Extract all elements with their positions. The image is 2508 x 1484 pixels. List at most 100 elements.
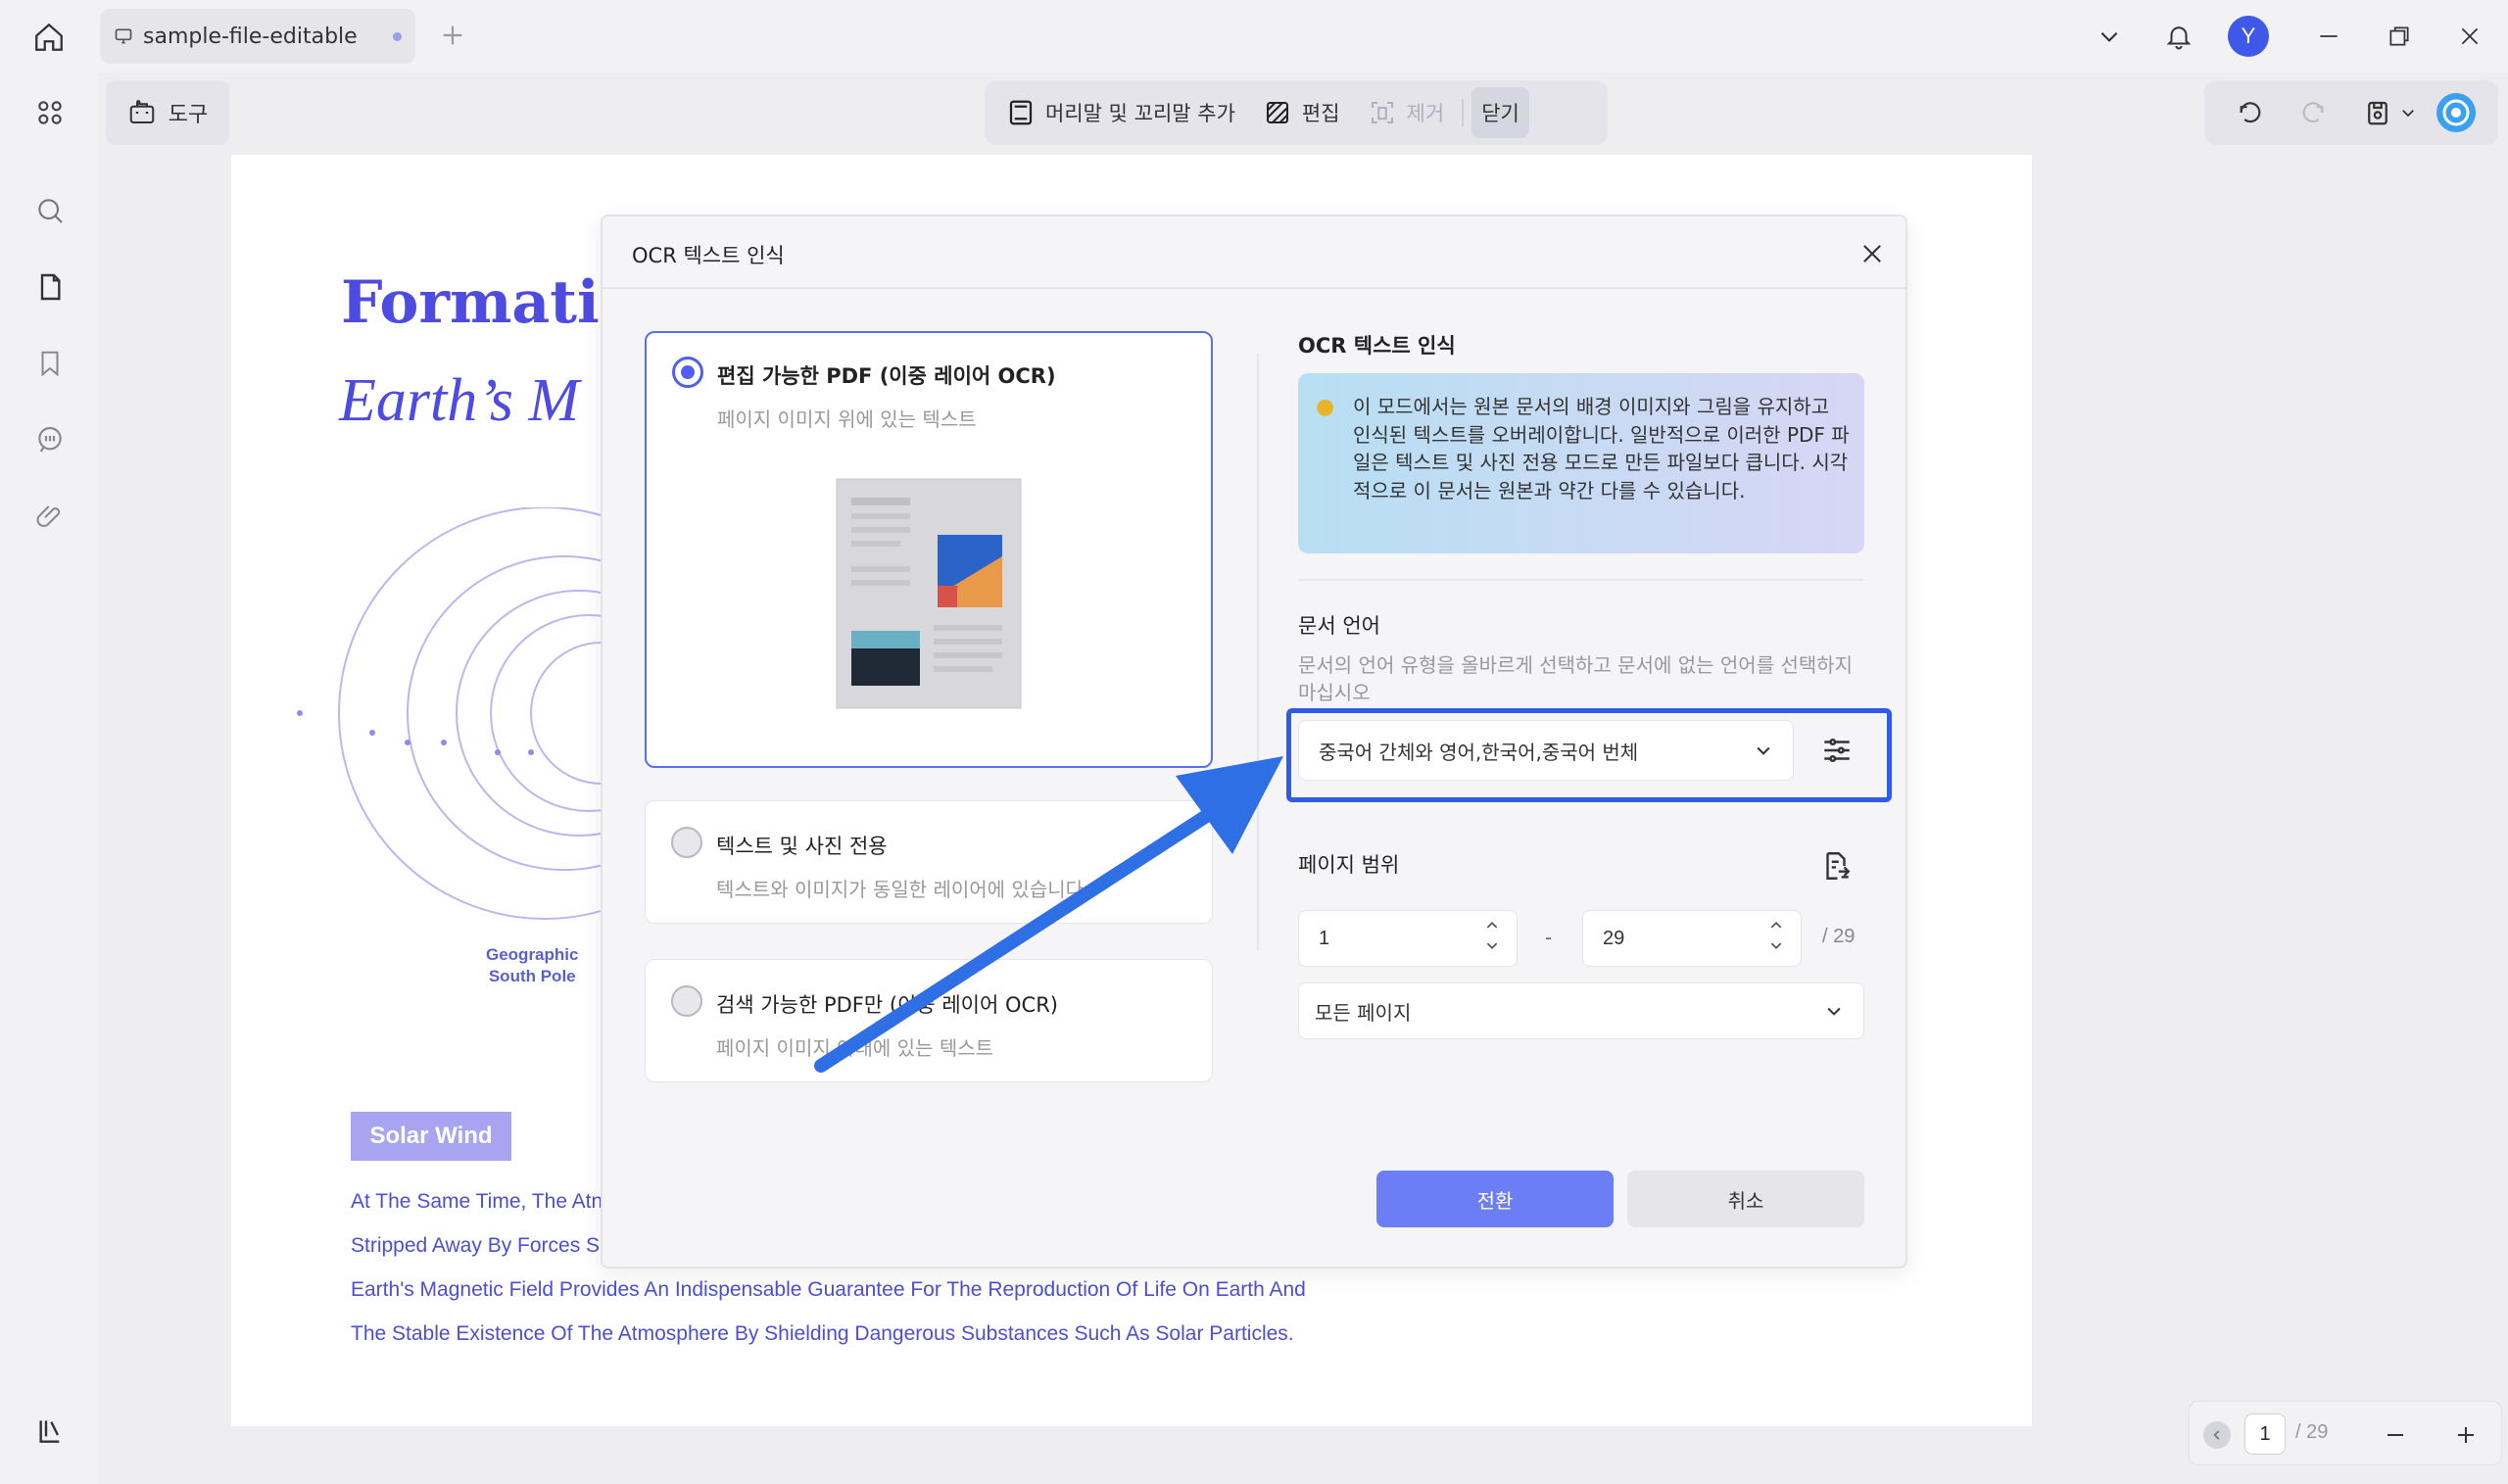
home-icon[interactable]: [29, 18, 69, 57]
search-icon[interactable]: [29, 190, 71, 231]
page-range-title: 페이지 범위: [1298, 853, 1400, 877]
range-to-input[interactable]: 29: [1582, 910, 1802, 967]
range-total: / 29: [1822, 926, 1856, 947]
range-from-value: 1: [1319, 927, 1330, 949]
radio-searchable-pdf[interactable]: [671, 985, 702, 1017]
document-tab[interactable]: sample-file-editable: [100, 9, 415, 64]
bookmark-icon[interactable]: [29, 343, 71, 384]
save-menu-chevron-icon[interactable]: [2396, 92, 2420, 133]
undo-icon[interactable]: [2230, 92, 2271, 133]
option-editable-pdf[interactable]: 편집 가능한 PDF (이중 레이어 OCR) 페이지 이미지 위에 있는 텍스…: [645, 331, 1213, 768]
ocr-dialog: OCR 텍스트 인식 편집 가능한 PDF (이중 레이어 OCR) 페이지 이…: [601, 215, 1907, 1269]
doc-paragraph-line: The Stable Existence Of The Atmosphere B…: [351, 1322, 1294, 1345]
edit-button[interactable]: 편집: [1253, 87, 1350, 138]
user-avatar[interactable]: Y: [2228, 16, 2269, 57]
option-searchable-pdf[interactable]: 검색 가능한 PDF만 (이중 레이어 OCR) 페이지 이미지 아래에 있는 …: [645, 959, 1213, 1082]
tab-title: sample-file-editable: [143, 24, 358, 49]
section-divider: [1298, 579, 1864, 581]
doc-title: Formatio: [341, 268, 639, 337]
dialog-column-divider: [1257, 354, 1259, 951]
chevron-up-icon: [1486, 922, 1498, 929]
option-text-image-only[interactable]: 텍스트 및 사진 전용 텍스트와 이미지가 동일한 레이어에 있습니다.: [645, 800, 1213, 924]
chevron-left-icon: [2213, 1430, 2220, 1440]
close-icon[interactable]: [1853, 234, 1892, 273]
history-toolbar: [2204, 80, 2498, 145]
swap-pages-icon[interactable]: [1815, 845, 1857, 886]
geo-label-line1: Geographic: [486, 945, 579, 964]
page-navigation: 1 / 29: [2189, 1401, 2502, 1465]
unsaved-dot: [393, 32, 402, 41]
bell-icon[interactable]: [2158, 16, 2199, 57]
solar-wind-badge: Solar Wind: [351, 1112, 511, 1161]
remove-button[interactable]: 제거: [1358, 87, 1455, 138]
language-desc: 문서의 언어 유형을 올바르게 선택하고 문서에 없는 언어를 선택하지 마십시…: [1298, 653, 1854, 704]
geo-label-line2: South Pole: [488, 967, 576, 985]
chevron-down-icon: [1827, 1007, 1841, 1016]
info-box: ● 이 모드에서는 원본 문서의 배경 이미지와 그림을 유지하고 인식된 텍스…: [1298, 373, 1864, 553]
document-preview-thumbnail: [836, 478, 1022, 709]
tools-button[interactable]: 도구: [106, 80, 229, 145]
language-select[interactable]: 중국어 간체와 영어,한국어,중국어 번체: [1298, 720, 1794, 781]
minimize-icon[interactable]: [2308, 16, 2349, 57]
comment-icon[interactable]: [29, 419, 71, 460]
restore-icon[interactable]: [2379, 16, 2420, 57]
pages-icon[interactable]: [29, 266, 71, 308]
radio-editable-pdf[interactable]: [672, 357, 703, 388]
chevron-down-icon[interactable]: [2089, 16, 2130, 57]
save-icon[interactable]: [2357, 92, 2398, 133]
range-dash: -: [1545, 926, 1553, 949]
attachment-icon[interactable]: [29, 496, 71, 537]
chevron-up-icon: [1770, 922, 1782, 929]
chevron-down-icon: [1770, 942, 1782, 949]
option-desc: 텍스트와 이미지가 동일한 레이어에 있습니다.: [716, 878, 1090, 901]
option-desc: 페이지 이미지 아래에 있는 텍스트: [716, 1036, 994, 1060]
cancel-button[interactable]: 취소: [1627, 1171, 1864, 1227]
tools-label: 도구: [168, 103, 209, 127]
doc-subtitle: Earth’s M: [339, 367, 580, 434]
close-window-icon[interactable]: [2449, 16, 2490, 57]
remove-label: 제거: [1406, 102, 1445, 125]
range-to-stepper[interactable]: [1769, 919, 1783, 952]
convert-button[interactable]: 전환: [1376, 1171, 1614, 1227]
lightbulb-icon: ●: [1316, 395, 1335, 419]
library-icon[interactable]: [29, 1411, 71, 1452]
geo-label: Geographic South Pole: [486, 944, 578, 987]
option-desc: 페이지 이미지 위에 있는 텍스트: [717, 407, 977, 431]
radio-text-image-only[interactable]: [671, 827, 702, 858]
page-number-input[interactable]: 1: [2244, 1413, 2286, 1455]
range-from-stepper[interactable]: [1485, 919, 1499, 952]
page-subset-select[interactable]: 모든 페이지: [1298, 982, 1864, 1039]
edit-label: 편집: [1301, 102, 1340, 125]
zoom-out-button[interactable]: [2376, 1415, 2415, 1455]
doc-paragraph-line: Earth's Magnetic Field Provides An Indis…: [351, 1278, 1306, 1301]
prev-page-button[interactable]: [2203, 1421, 2231, 1449]
header-footer-button[interactable]: 머리말 및 꼬리말 추가: [996, 87, 1245, 138]
edit-toolbar: 머리말 및 꼬리말 추가 편집 제거 닫기: [985, 80, 1608, 145]
edit-pattern-icon: [1266, 102, 1288, 123]
option-title: 검색 가능한 PDF만 (이중 레이어 OCR): [716, 993, 1058, 1017]
range-to-value: 29: [1603, 927, 1625, 949]
avatar-letter: Y: [2228, 16, 2269, 57]
page-subset-value: 모든 페이지: [1315, 1000, 1412, 1025]
minus-icon: [2387, 1434, 2403, 1436]
header-footer-label: 머리말 및 꼬리말 추가: [1045, 102, 1235, 125]
ocr-section-title: OCR 텍스트 인식: [1298, 334, 1456, 358]
redo-icon[interactable]: [2292, 92, 2334, 133]
toolbar-divider: [1462, 99, 1465, 126]
close-edit-label: 닫기: [1481, 102, 1519, 125]
title-bar: sample-file-editable Y: [0, 0, 2508, 72]
apps-grid-icon[interactable]: [29, 92, 71, 133]
range-from-input[interactable]: 1: [1298, 910, 1518, 967]
add-tab-icon[interactable]: [437, 20, 468, 51]
option-title: 텍스트 및 사진 전용: [716, 835, 888, 858]
main-toolbar: 도구 머리말 및 꼬리말 추가 편집 제거 닫기: [98, 72, 2508, 157]
info-text: 이 모드에서는 원본 문서의 배경 이미지와 그림을 유지하고 인식된 텍스트를…: [1353, 395, 1850, 503]
monitor-icon: [115, 28, 132, 44]
zoom-in-button[interactable]: [2446, 1415, 2485, 1455]
close-edit-button[interactable]: 닫기: [1471, 87, 1529, 138]
sliders-icon[interactable]: [1817, 731, 1857, 770]
ai-assistant-icon[interactable]: [2436, 92, 2477, 133]
doc-paragraph-line: Stripped Away By Forces S: [351, 1234, 601, 1257]
page-total: / 29: [2295, 1421, 2329, 1443]
doc-paragraph-line: At The Same Time, The Atn: [351, 1190, 603, 1213]
